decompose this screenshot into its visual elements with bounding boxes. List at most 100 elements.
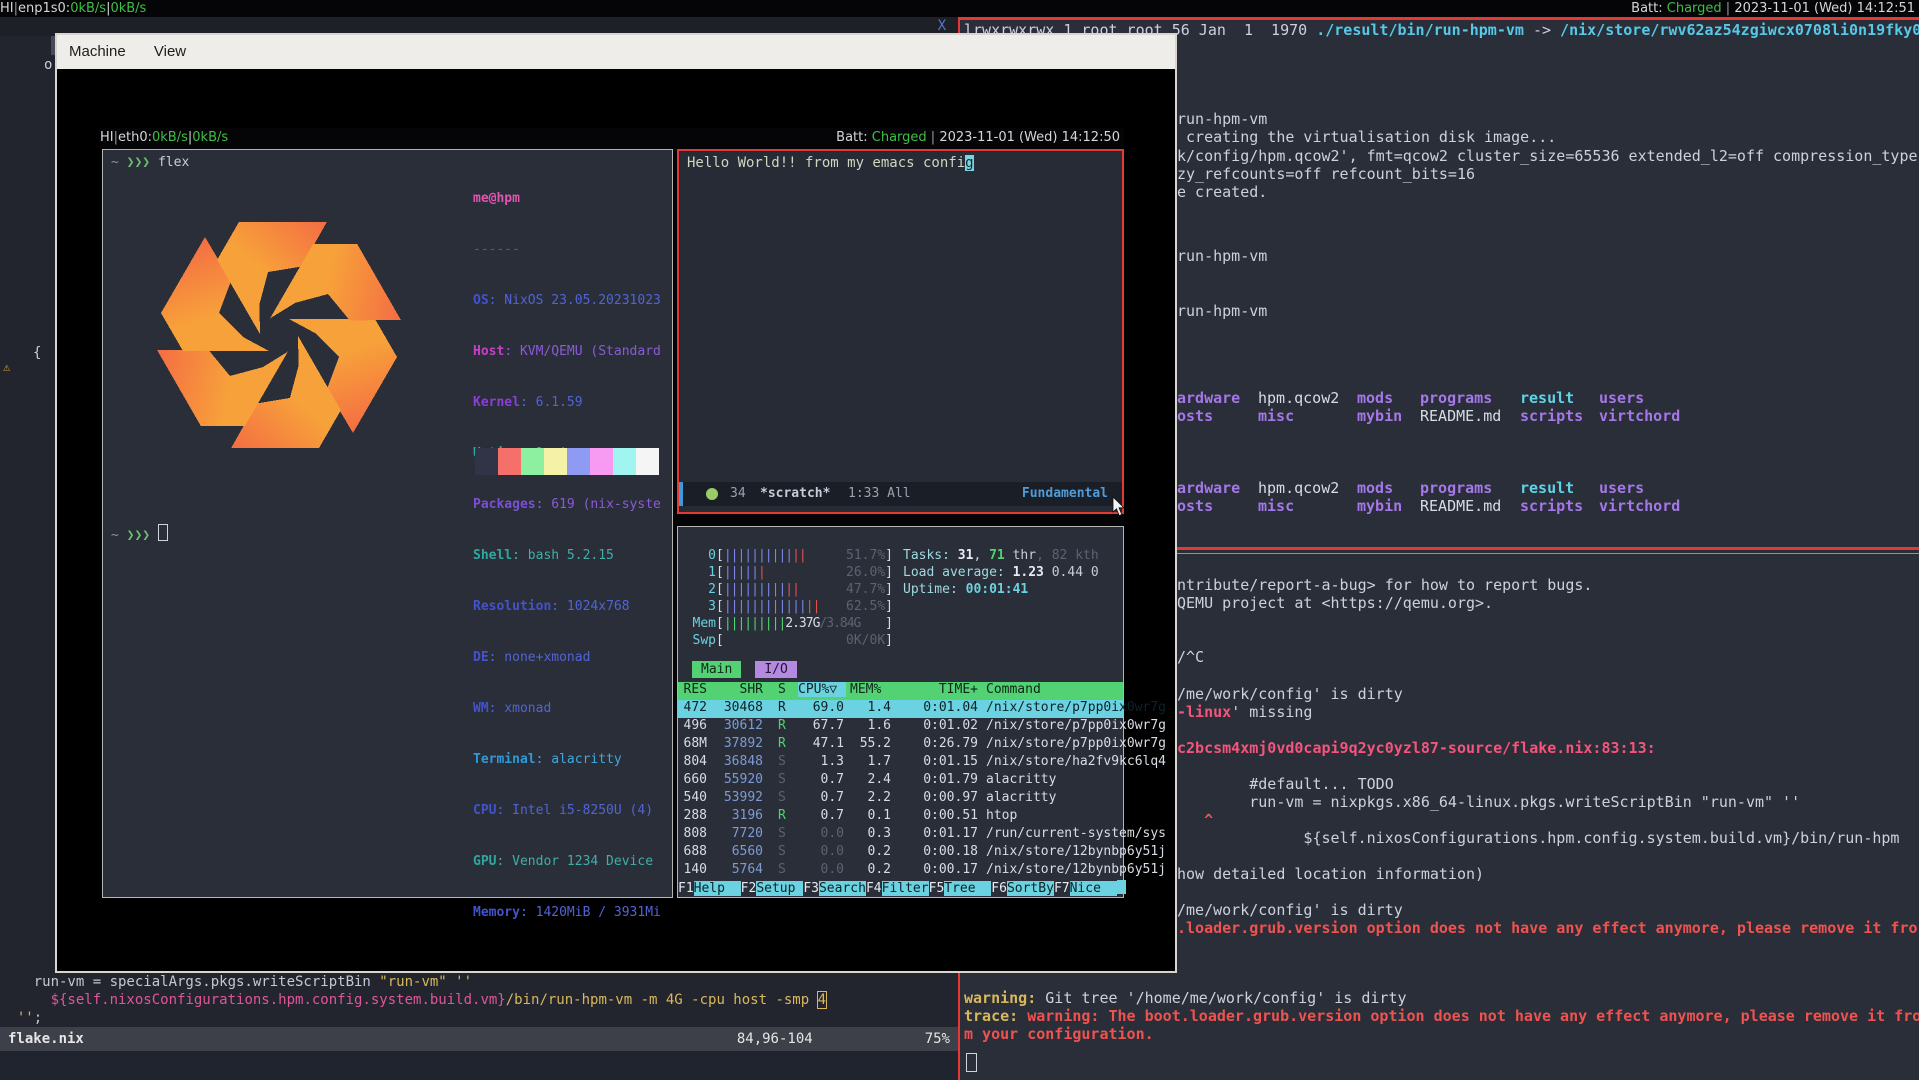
shell-prompt: ~ ❯❯❯ — [111, 524, 168, 543]
host-datetime: 2023-11-01 (Wed) 14:12:51 — [1734, 1, 1915, 16]
htop-tab-main[interactable]: Main — [692, 661, 741, 678]
cpu-meter-2: 2[|||||||||||47.7%] — [690, 582, 893, 597]
terminal-cursor — [1117, 880, 1126, 894]
host-iface-label: enp1s0: — [18, 0, 70, 17]
htop-table-header[interactable]: RES SHR S CPU%▽ MEM% TIME+ Command — [678, 682, 1123, 700]
fkey-setup[interactable]: F2Setup — [741, 881, 804, 896]
vm-emacs-window[interactable]: Hello World!! from my emacs config 34 *s… — [677, 149, 1124, 514]
host-net-tx: 0kB/s — [110, 0, 146, 17]
modeline-major-mode: Fundamental — [1022, 482, 1108, 506]
cpu-meter-1: 1[||||||26.0%] — [690, 565, 893, 580]
code-fragment: o — [44, 57, 52, 73]
vm-net-tx: 0kB/s — [192, 128, 228, 147]
terminal-line: .loader.grub.version option does not hav… — [1177, 919, 1918, 938]
modeline-scroll-percent: 75% — [925, 1027, 950, 1051]
terminal-line: trace: warning: The boot.loader.grub.ver… — [964, 1007, 1919, 1026]
code-fragment: { — [33, 345, 41, 361]
uptime: Uptime: 00:01:41 — [903, 582, 1028, 597]
host-battery-clock: Batt: Charged | 2023-11-01 (Wed) 14:12:5… — [1631, 0, 1919, 17]
terminal-line: /^C — [1177, 648, 1204, 667]
terminal-line: how detailed location information) — [1177, 865, 1484, 884]
modeline-accent-bar — [679, 482, 683, 506]
mouse-cursor — [1112, 497, 1126, 517]
fkey-search[interactable]: F3Search — [803, 881, 866, 896]
vm-battery-status: Charged — [872, 130, 927, 145]
modeline-position: 1:33 All — [848, 482, 911, 506]
memory-meter: Mem[|||||||||2.37G/3.84G] — [690, 616, 893, 631]
modeline-filename: flake.nix — [0, 1027, 84, 1051]
host-title: HI — [0, 0, 14, 17]
fkey-sortby[interactable]: F6SortBy — [991, 881, 1054, 896]
vm-terminal-window[interactable]: ~ ❯❯❯ flex — [102, 149, 673, 898]
vm-htop-window[interactable]: 0[||||||||||||51.7%] 1[||||||26.0%] 2[||… — [677, 526, 1124, 898]
vm-display[interactable]: HI | eth0: 0kB/s|0kB/s Batt: Charged | 2… — [100, 128, 1124, 896]
swap-meter: Swp[0K/0K] — [690, 633, 893, 648]
buffer-state-icon — [706, 488, 718, 500]
terminal-line: ntribute/report-a-bug> for how to report… — [1177, 576, 1592, 595]
vm-datetime: 2023-11-01 (Wed) 14:12:50 — [939, 130, 1120, 145]
menu-machine[interactable]: Machine — [57, 35, 138, 69]
terminal-line: #default... TODO — [1177, 775, 1394, 794]
fkey-tree[interactable]: F5Tree — [929, 881, 992, 896]
modeline-cursor-position: 84,96-104 — [737, 1027, 813, 1051]
process-row[interactable]: 8087720S0.00.30:01.17/run/current-system… — [678, 826, 1123, 844]
terminal-line: /me/work/config' is dirty — [1177, 901, 1403, 920]
text-cursor: 4 — [818, 992, 826, 1008]
ls-output-row: ostsmiscmybinREADME.mdscriptsvirtchord — [1177, 497, 1680, 516]
terminal-line: ${self.nixosConfigurations.hpm.config.sy… — [1177, 829, 1899, 848]
terminal-line: e created. — [1177, 183, 1267, 202]
fkey-nice[interactable]: F7Nice — [1054, 881, 1117, 896]
terminal-line: run-hpm-vm — [1177, 110, 1267, 129]
menu-view[interactable]: View — [142, 35, 198, 69]
load-average: Load average: 1.23 0.44 0 — [903, 565, 1099, 580]
cpu-meter-0: 0[||||||||||||51.7%] — [690, 548, 893, 563]
battery-status: Charged — [1667, 1, 1722, 16]
tasks-summary: Tasks: 31, 71 thr, 82 kth — [903, 548, 1099, 563]
process-row[interactable]: 1405764S0.00.20:00.17/nix/store/12bynbp6… — [678, 862, 1123, 880]
neofetch-output: me@hpm ------ OS: NixOS 23.05.20231023 H… — [473, 156, 661, 955]
process-row[interactable]: 6886560S0.00.20:00.18/nix/store/12bynbp6… — [678, 844, 1123, 862]
emacs-buffer-text: Hello World!! from my emacs config — [687, 155, 974, 171]
fkey-help[interactable]: F1Help — [678, 881, 741, 896]
host-net-rx: 0kB/s — [70, 0, 106, 17]
process-row[interactable]: 54053992S0.72.20:00.97alacritty — [678, 790, 1123, 808]
terminal-line: run-vm = nixpkgs.x86_64-linux.pkgs.write… — [1177, 793, 1800, 812]
process-row[interactable]: 66055920S0.72.40:01.79alacritty — [678, 772, 1123, 790]
desktop: HI | enp1s0: 0kB/s|0kB/s Batt: Charged |… — [0, 0, 1919, 1080]
neofetch-user-host: me@hpm — [473, 190, 661, 207]
code-line: ''; — [0, 1009, 42, 1027]
emacs-cursor: g — [965, 155, 973, 171]
ls-output-row: ardwarehpm.qcow2modsprogramsresultusers — [1177, 479, 1644, 498]
htop-tab-bar: Main I/O — [692, 662, 797, 677]
editor-modeline: flake.nix 84,96-104 75% — [0, 1027, 958, 1051]
process-row[interactable]: 68M37892R47.155.20:26.79/nix/store/p7pp0… — [678, 736, 1123, 754]
fkey-filter[interactable]: F4Filter — [866, 881, 929, 896]
modeline-line-number: 34 — [730, 482, 746, 506]
terminal-line: c2bcsm4xmj0vd0capi9q2yc0yzl87-source/fla… — [1177, 739, 1656, 758]
terminal-color-palette — [475, 448, 659, 475]
vm-battery-clock: Batt: Charged | 2023-11-01 (Wed) 14:12:5… — [836, 128, 1124, 147]
code-line: ${self.nixosConfigurations.hpm.config.sy… — [0, 991, 826, 1009]
process-row[interactable]: 80436848S1.31.70:01.15/nix/store/ha2fv9k… — [678, 754, 1123, 772]
terminal-line: m your configuration. — [964, 1025, 1154, 1044]
process-row[interactable]: 2883196R0.70.10:00.51htop — [678, 808, 1123, 826]
htop-function-key-bar: F1HelpF2SetupF3SearchF4FilterF5TreeF6Sor… — [678, 880, 1123, 898]
qemu-vm-window[interactable]: Machine View HI | eth0: 0kB/s|0kB/s Batt… — [55, 33, 1177, 973]
code-line: run-vm = specialArgs.pkgs.writeScriptBin… — [0, 973, 472, 991]
terminal-line: -linux' missing — [1177, 703, 1312, 722]
ls-output-row: ardwarehpm.qcow2modsprogramsresultusers — [1177, 389, 1644, 408]
terminal-line: zy_refcounts=off refcount_bits=16 — [1177, 165, 1475, 184]
vm-net-rx: 0kB/s — [152, 128, 188, 147]
vm-status-bar: HI | eth0: 0kB/s|0kB/s Batt: Charged | 2… — [100, 128, 1124, 147]
process-row[interactable]: 47230468R69.01.40:01.04/nix/store/p7pp0i… — [678, 700, 1123, 718]
terminal-line: warning: Git tree '/home/me/work/config'… — [964, 989, 1407, 1008]
shell-prompt: ~ ❯❯❯ flex — [111, 155, 189, 170]
ls-output-row: ostsmiscmybinREADME.mdscriptsvirtchord — [1177, 407, 1680, 426]
editor-echo-area — [0, 1051, 958, 1080]
process-row[interactable]: 49630612R67.71.60:01.02/nix/store/p7pp0i… — [678, 718, 1123, 736]
terminal-cursor — [966, 1053, 977, 1072]
terminal-line: run-hpm-vm — [1177, 302, 1267, 321]
terminal-line: k/config/hpm.qcow2', fmt=qcow2 cluster_s… — [1177, 147, 1918, 166]
terminal-line: creating the virtualisation disk image..… — [1177, 128, 1556, 147]
htop-tab-io[interactable]: I/O — [755, 661, 796, 678]
